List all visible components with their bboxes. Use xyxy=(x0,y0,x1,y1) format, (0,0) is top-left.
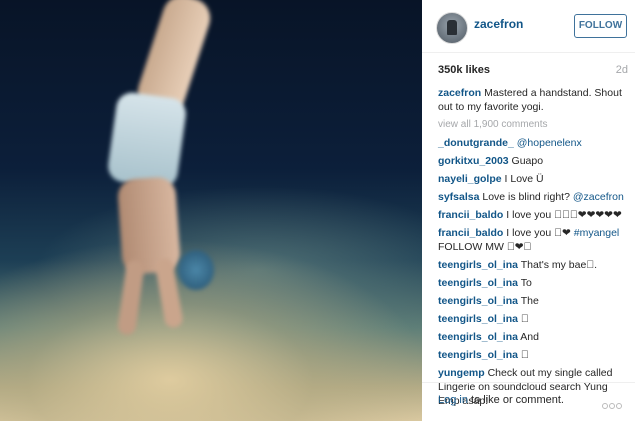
photo-head-shape xyxy=(178,250,214,290)
comment-username[interactable]: francii_baldo xyxy=(438,227,503,239)
login-rest-text: to like or comment. xyxy=(467,394,564,406)
comment-row: teengirls_ol_ina 􀀀 xyxy=(438,312,628,326)
comment-row: francii_baldo I love you 􀀀❤ #myangel FOLL… xyxy=(438,226,628,254)
comment-username[interactable]: syfsalsa xyxy=(438,191,479,203)
follow-button[interactable]: FOLLOW xyxy=(574,14,627,38)
comment-text: To xyxy=(520,277,532,289)
comment-row: teengirls_ol_ina 􀀀 xyxy=(438,348,628,362)
comment-username[interactable]: teengirls_ol_ina xyxy=(438,313,518,325)
comment-row: teengirls_ol_ina And xyxy=(438,330,628,344)
comment-row: francii_baldo I love you 􀀀􀀀􀀀❤❤❤❤❤ xyxy=(438,208,628,222)
comment-text: FOLLOW MW 􀀀❤􀀀 xyxy=(438,241,532,253)
comment-mention[interactable]: #myangel xyxy=(574,227,620,239)
likes-row: 350k likes 2d xyxy=(438,64,628,80)
login-prompt: Log in to like or comment. xyxy=(438,394,564,406)
avatar-figure-icon xyxy=(447,20,457,35)
comment-mention[interactable]: @zacefron xyxy=(573,191,624,203)
comment-text: The xyxy=(520,295,539,307)
post-header: zacefron FOLLOW xyxy=(422,0,635,53)
comment-username[interactable]: teengirls_ol_ina xyxy=(438,331,518,343)
comment-text: I Love Ü xyxy=(504,173,544,185)
post-age: 2d xyxy=(615,64,628,76)
more-options-icon[interactable] xyxy=(602,396,624,409)
comment-text: I love you 􀀀􀀀􀀀❤❤❤❤❤ xyxy=(506,209,622,221)
comment-username[interactable]: nayeli_golpe xyxy=(438,173,502,185)
post-photo[interactable] xyxy=(0,0,422,421)
comment-text: And xyxy=(520,331,539,343)
comment-list: zacefron Mastered a handstand. Shout out… xyxy=(438,86,628,412)
comment-text: 􀀀 xyxy=(520,313,529,325)
comment-username[interactable]: teengirls_ol_ina xyxy=(438,349,518,361)
comment-row: nayeli_golpe I Love Ü xyxy=(438,172,628,186)
comment-mention[interactable]: @hopenelenx xyxy=(517,137,582,149)
comment-text: Guapo xyxy=(511,155,544,167)
comment-row: teengirls_ol_ina The xyxy=(438,294,628,308)
post-username[interactable]: zacefron xyxy=(474,17,523,31)
likes-count[interactable]: 350k likes xyxy=(438,64,490,76)
comment-username[interactable]: teengirls_ol_ina xyxy=(438,277,518,289)
comment-username[interactable]: francii_baldo xyxy=(438,209,503,221)
caption: zacefron Mastered a handstand. Shout out… xyxy=(438,86,628,114)
comment-username[interactable]: teengirls_ol_ina xyxy=(438,295,518,307)
comment-row: syfsalsa Love is blind right? @zacefron xyxy=(438,190,628,204)
post-modal: zacefron FOLLOW 350k likes 2d zacefron M… xyxy=(0,0,635,421)
avatar[interactable] xyxy=(436,12,468,44)
view-all-comments-link[interactable]: view all 1,900 comments xyxy=(438,119,628,130)
photo-torso-shape xyxy=(116,176,182,275)
comment-username[interactable]: teengirls_ol_ina xyxy=(438,259,518,271)
comment-row: teengirls_ol_ina That's my bae􀀀. xyxy=(438,258,628,272)
comment-text: 􀀀 xyxy=(520,349,529,361)
comment-text: That's my bae􀀀. xyxy=(520,259,598,271)
comment-text: Love is blind right? xyxy=(482,191,573,203)
comment-username[interactable]: gorkitxu_2003 xyxy=(438,155,509,167)
comment-username[interactable]: _donutgrande_ xyxy=(438,137,514,149)
photo-arm-shape xyxy=(116,259,146,336)
comment-row: _donutgrande_ @hopenelenx xyxy=(438,136,628,150)
comment-text: I love you 􀀀❤ xyxy=(506,227,574,239)
comment-username[interactable]: yungemp xyxy=(438,367,485,379)
comment-row: gorkitxu_2003 Guapo xyxy=(438,154,628,168)
login-link[interactable]: Log in xyxy=(438,394,468,406)
post-sidebar: zacefron FOLLOW 350k likes 2d zacefron M… xyxy=(422,0,635,421)
photo-shorts-shape xyxy=(106,90,188,190)
caption-username[interactable]: zacefron xyxy=(438,87,481,99)
comment-row: teengirls_ol_ina To xyxy=(438,276,628,290)
post-footer: Log in to like or comment. xyxy=(422,382,635,422)
